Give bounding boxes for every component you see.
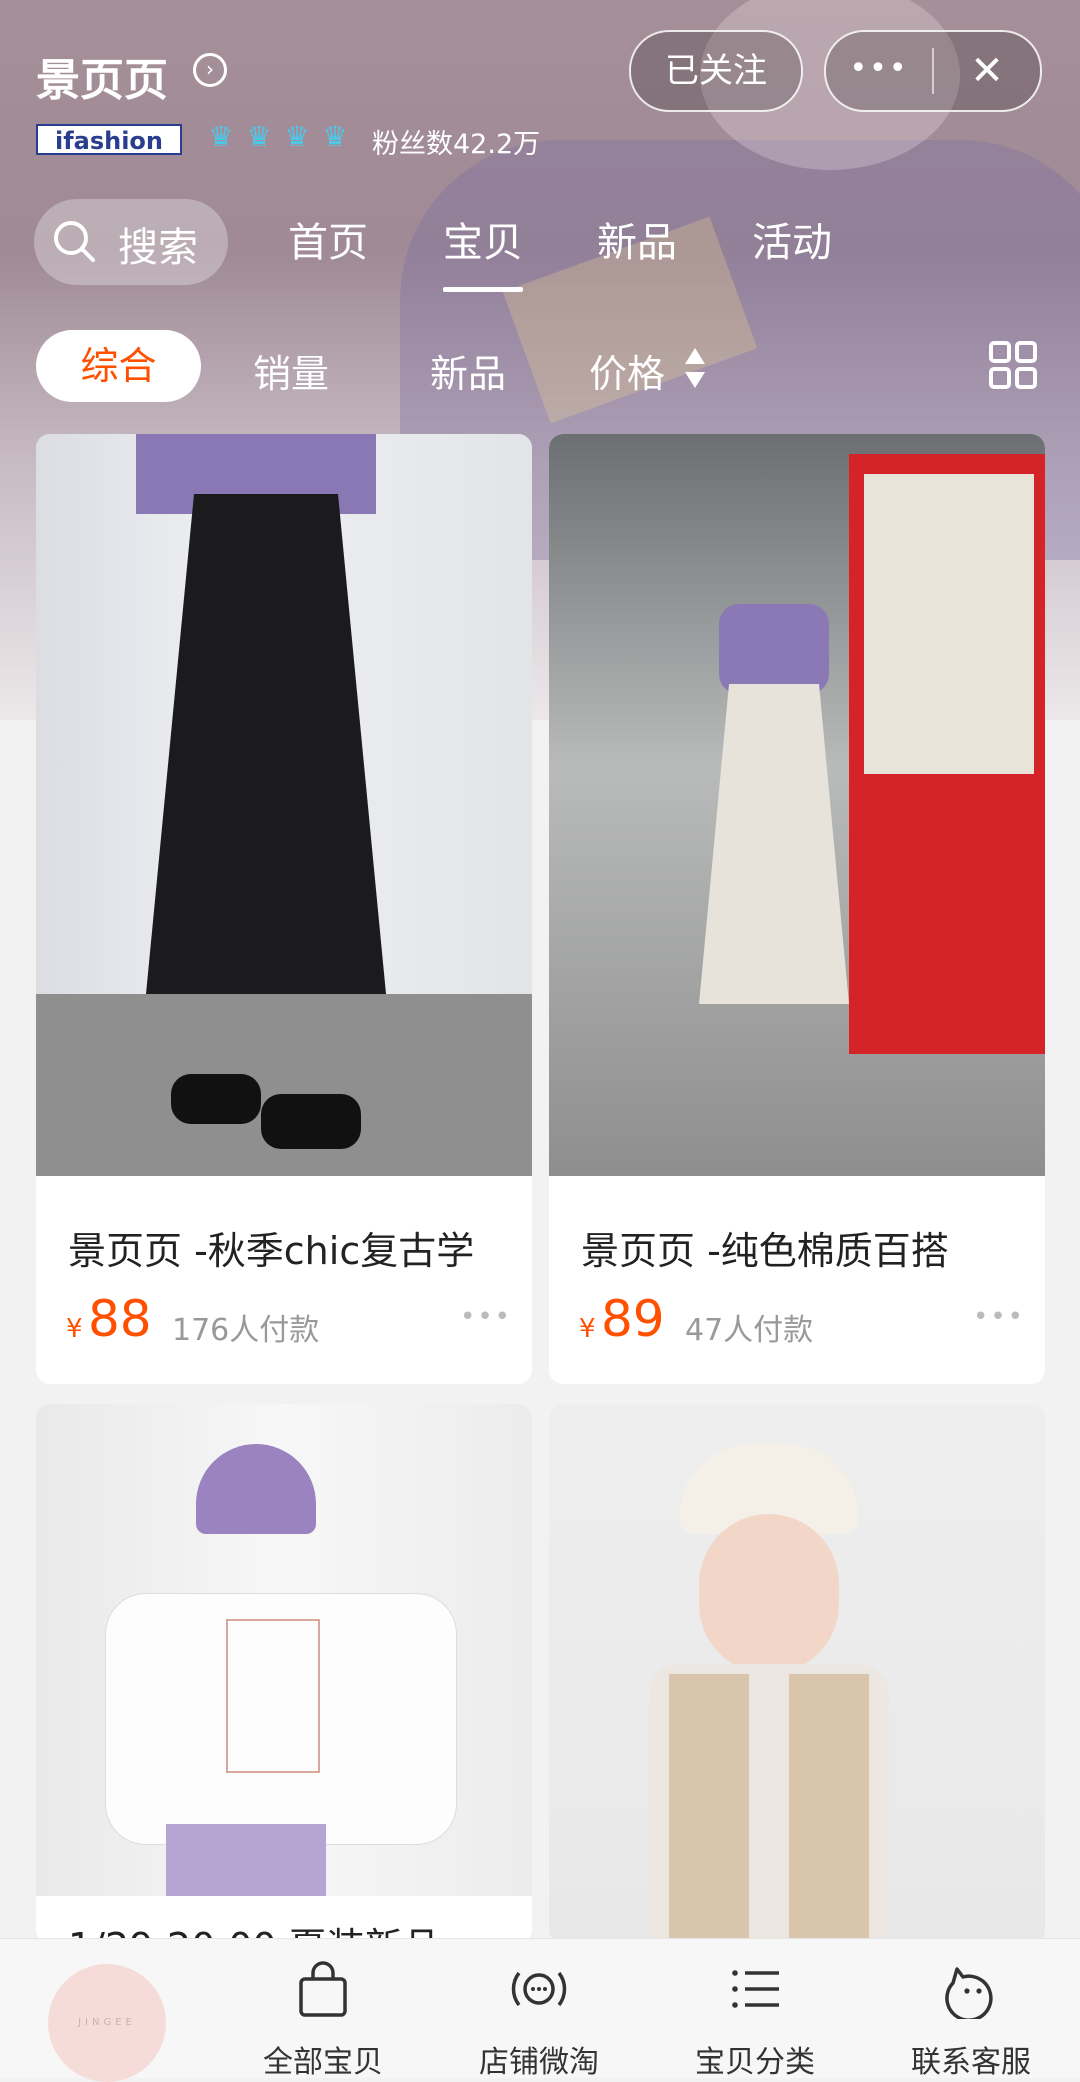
tab-activity[interactable]: 活动 [752,210,832,268]
fans-count: 粉丝数42.2万 [372,129,541,160]
service-chat-icon [945,1967,993,2019]
search-icon [54,221,95,262]
image-vest-shape [669,1674,749,1944]
filter-comprehensive[interactable]: 综合 [36,330,201,402]
tab-home[interactable]: 首页 [288,210,368,268]
tab-all-items[interactable]: 全部宝贝 [233,1959,413,2081]
crown-icon: ♛ [322,120,348,153]
currency-symbol: ¥ [579,1314,596,1344]
tab-customer-service[interactable]: 联系客服 [881,1959,1061,2081]
product-card[interactable]: 1/29-20:00 夏装新品 [36,1404,532,1944]
product-title[interactable]: 景页页 -秋季chic复古学 [68,1220,512,1275]
image-skirt-shape [146,494,386,994]
grid-view-icon[interactable] [988,340,1038,390]
tab-label: 宝贝分类 [695,2045,815,2080]
sold-count: 176人付款 [172,1313,320,1348]
filter-sales[interactable]: 销量 [253,343,329,398]
tab-label: 店铺微淘 [479,2045,599,2080]
search-label: 搜索 [118,225,198,271]
tab-label: 全部宝贝 [263,2045,383,2080]
crown-icon: ♛ [208,120,234,153]
product-image[interactable] [36,434,532,1176]
currency-symbol: ¥ [66,1314,83,1344]
crown-icon: ♛ [284,120,310,153]
store-rating-crowns: ♛ ♛ ♛ ♛ [205,120,351,154]
product-price: 88 [88,1290,152,1348]
filter-price[interactable]: 价格 [589,343,665,398]
tab-items[interactable]: 宝贝 [443,210,523,292]
tab-label: 联系客服 [911,2045,1031,2080]
product-image[interactable] [36,1404,532,1896]
image-shoe-shape [171,1074,261,1124]
product-card[interactable]: 景页页 -纯色棉质百搭 ¥ 89 47人付款 ••• [549,434,1045,1384]
search-button[interactable]: 搜索 [34,199,228,285]
product-price: 89 [601,1290,665,1348]
more-options-icon[interactable]: ••• [973,1302,1025,1332]
more-options-icon[interactable]: ••• [460,1302,512,1332]
list-icon [732,1970,779,2008]
image-bag-shape [166,1824,326,1896]
tab-weitao[interactable]: 店铺微淘 [449,1959,629,2081]
image-vest-shape [789,1674,869,1944]
tab-categories[interactable]: 宝贝分类 [665,1959,845,2081]
sort-filter-bar: 综合 销量 新品 价格 [0,330,1080,402]
broadcast-icon [511,1971,567,2007]
follow-button[interactable]: 已关注 [629,30,803,112]
product-card[interactable]: 景页页 -秋季chic复古学 ¥ 88 176人付款 ••• [36,434,532,1384]
close-icon[interactable]: ✕ [934,32,1040,110]
image-drinks-shape [864,474,1034,774]
product-title[interactable]: 景页页 -纯色棉质百搭 [581,1220,1025,1275]
bottom-tab-bar: JINGEE 全部宝贝 店铺微淘 宝贝分类 联系客服 [0,1938,1080,2082]
tab-new[interactable]: 新品 [597,210,677,268]
shopping-bag-icon [299,1961,347,2017]
image-face-shape [699,1514,839,1674]
more-icon[interactable]: ••• [826,32,932,110]
store-logo[interactable]: JINGEE [48,1964,166,2082]
ifashion-badge: ifashion [36,124,182,155]
store-name[interactable]: 景页页 [36,44,168,108]
product-card[interactable] [549,1404,1045,1944]
chevron-right-icon[interactable]: › [193,53,227,87]
product-image[interactable] [549,1404,1045,1944]
product-image[interactable] [549,434,1045,1176]
image-shoe-shape [261,1094,361,1149]
image-print-shape [226,1619,320,1773]
filter-new[interactable]: 新品 [430,343,506,398]
sold-count: 47人付款 [685,1313,814,1348]
image-cap-shape [196,1444,316,1534]
sort-arrows-icon[interactable] [684,346,706,390]
mini-program-capsule: ••• ✕ [824,30,1042,112]
image-shirt-shape [719,604,829,694]
image-skirt-shape [699,684,849,1004]
crown-icon: ♛ [246,120,272,153]
